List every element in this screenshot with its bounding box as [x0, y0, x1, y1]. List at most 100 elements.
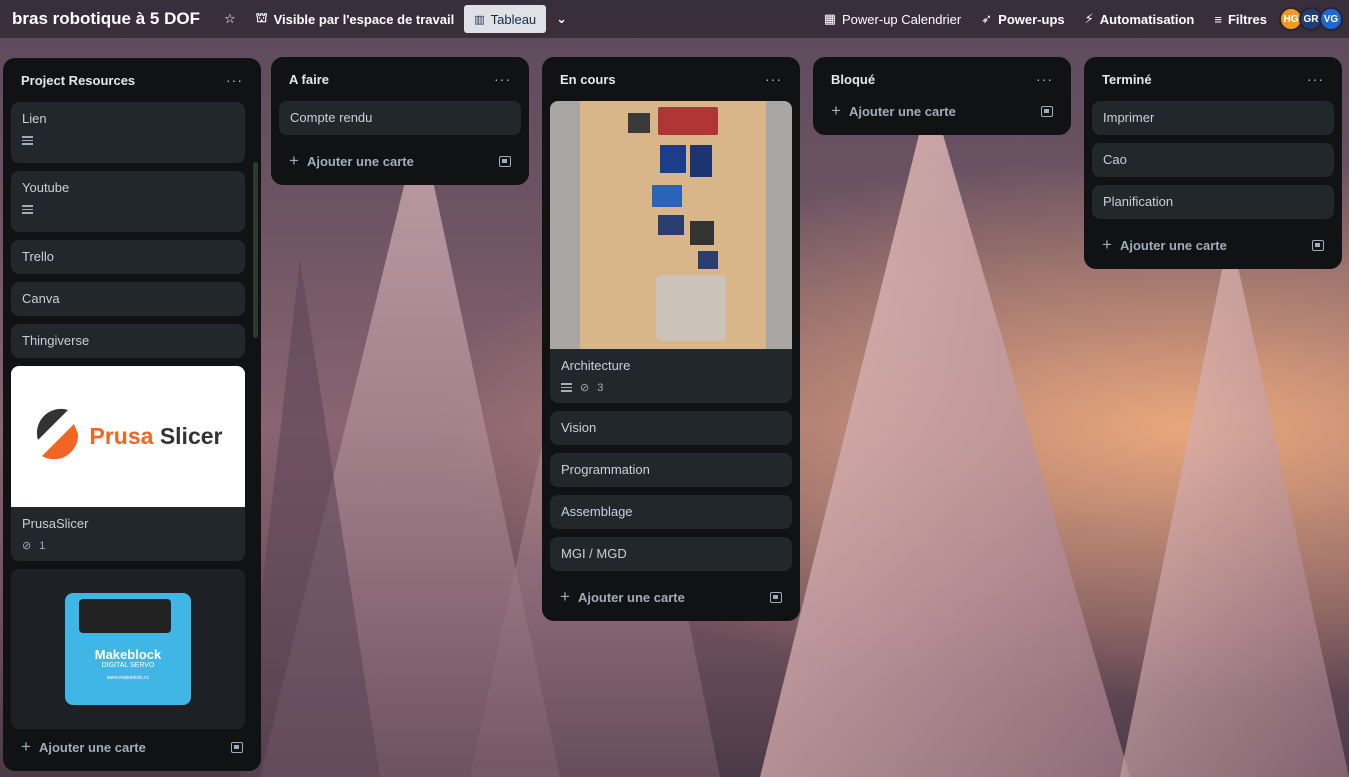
board-view-icon: ▥ — [474, 13, 485, 26]
plus-icon: + — [831, 101, 841, 120]
view-dropdown-button[interactable]: ⌄ — [546, 5, 577, 33]
prusa-logo-icon — [36, 408, 78, 459]
card-thingiverse[interactable]: Thingiverse — [11, 324, 245, 358]
list-header[interactable]: A faire ··· — [279, 57, 521, 101]
logo-text-prusa: Prusa — [89, 423, 154, 449]
plus-icon: + — [560, 587, 570, 606]
card-canva[interactable]: Canva — [11, 282, 245, 316]
chevron-down-icon: ⌄ — [556, 11, 568, 26]
list-menu-button[interactable]: ··· — [226, 72, 243, 88]
card-title: Architecture — [561, 358, 631, 373]
list-en-cours: En cours ··· Architecture ⊘ 3 Vision Prog… — [542, 57, 800, 621]
card-lien[interactable]: Lien — [11, 102, 245, 163]
add-card-button[interactable]: + Ajouter une carte — [550, 579, 792, 615]
card-assemblage[interactable]: Assemblage — [550, 495, 792, 529]
makeblock-brand: Makeblock — [94, 647, 162, 662]
calendar-icon: ▦ — [823, 11, 837, 26]
makeblock-url: www.makeblock.cc — [106, 675, 150, 681]
list-bloque: Bloqué ··· + Ajouter une carte — [813, 57, 1071, 135]
card-imprimer[interactable]: Imprimer — [1092, 101, 1334, 135]
card-makeblock[interactable]: Makeblock DIGITAL SERVO www.makeblock.cc — [11, 569, 245, 729]
list-menu-button[interactable]: ··· — [1036, 71, 1053, 87]
calendar-label: Power-up Calendrier — [842, 11, 962, 27]
list-a-faire: A faire ··· Compte rendu + Ajouter une ca… — [271, 57, 529, 185]
filters-button[interactable]: ≡ Filtres — [1204, 5, 1277, 33]
list-project-resources: Project Resources ··· Lien Youtube Trell… — [3, 58, 261, 771]
member-avatars: HG GR VG — [1279, 7, 1343, 31]
powerups-label: Power-ups — [998, 11, 1065, 27]
star-icon: ☆ — [223, 11, 236, 26]
card-planification[interactable]: Planification — [1092, 185, 1334, 219]
lightning-icon: ⚡ — [1084, 11, 1094, 26]
list-menu-button[interactable]: ··· — [765, 71, 782, 87]
card-vision[interactable]: Vision — [550, 411, 792, 445]
description-icon — [561, 381, 572, 394]
template-icon[interactable] — [770, 591, 782, 603]
view-label: Tableau — [490, 11, 537, 27]
plus-icon: + — [1102, 235, 1112, 254]
card-cover-image — [550, 101, 792, 349]
list-termine: Terminé ··· Imprimer Cao Planification +… — [1084, 57, 1342, 269]
rocket-icon: ➶ — [981, 11, 993, 26]
card-prusaslicer[interactable]: Prusa Slicer PrusaSlicer ⊘ 1 — [11, 366, 245, 561]
automation-label: Automatisation — [1099, 11, 1195, 27]
filter-icon: ≡ — [1214, 11, 1222, 27]
card-youtube[interactable]: Youtube — [11, 171, 245, 232]
add-card-button[interactable]: + Ajouter une carte — [279, 143, 521, 179]
add-card-label: Ajouter une carte — [577, 589, 685, 605]
card-cover-image: Prusa Slicer — [11, 366, 245, 507]
automation-button[interactable]: ⚡ Automatisation — [1075, 5, 1205, 33]
card-title: PrusaSlicer — [22, 516, 89, 531]
paperclip-icon: ⊘ — [580, 382, 590, 394]
board-header: bras robotique à 5 DOF ☆ ⛫ Visible par l… — [0, 0, 1349, 38]
list-scrollbar[interactable] — [253, 162, 258, 338]
card-mgi-mgd[interactable]: MGI / MGD — [550, 537, 792, 571]
description-icon — [22, 203, 33, 216]
add-card-label: Ajouter une carte — [1119, 237, 1227, 253]
add-card-label: Ajouter une carte — [38, 739, 146, 755]
list-header[interactable]: En cours ··· — [550, 57, 792, 101]
list-title[interactable]: Bloqué — [831, 72, 875, 87]
visibility-button[interactable]: ⛫ Visible par l'espace de travail — [246, 5, 465, 33]
list-title[interactable]: Terminé — [1102, 72, 1152, 87]
board-title[interactable]: bras robotique à 5 DOF — [12, 9, 200, 29]
card-programmation[interactable]: Programmation — [550, 453, 792, 487]
card-architecture[interactable]: Architecture ⊘ 3 — [550, 101, 792, 403]
template-icon[interactable] — [1312, 239, 1324, 251]
add-card-label: Ajouter une carte — [848, 103, 956, 119]
list-title[interactable]: Project Resources — [21, 73, 135, 88]
card-badges: ⊘ 3 — [561, 381, 781, 394]
plus-icon: + — [21, 737, 31, 756]
list-menu-button[interactable]: ··· — [494, 71, 511, 87]
template-icon[interactable] — [231, 741, 243, 753]
add-card-button[interactable]: + Ajouter une carte — [1092, 227, 1334, 263]
visibility-label: Visible par l'espace de travail — [273, 11, 455, 27]
plus-icon: + — [289, 151, 299, 170]
star-button[interactable]: ☆ — [214, 5, 246, 33]
list-header[interactable]: Terminé ··· — [1092, 57, 1334, 101]
add-card-button[interactable]: + Ajouter une carte — [821, 93, 1063, 129]
card-compte-rendu[interactable]: Compte rendu — [279, 101, 521, 135]
template-icon[interactable] — [1041, 105, 1053, 117]
template-icon[interactable] — [499, 155, 511, 167]
calendar-powerup-button[interactable]: ▦ Power-up Calendrier — [814, 5, 972, 33]
add-card-button[interactable]: + Ajouter une carte — [11, 729, 253, 765]
list-header[interactable]: Project Resources ··· — [11, 58, 253, 102]
avatar[interactable]: VG — [1319, 7, 1343, 31]
card-title: Lien — [22, 111, 47, 126]
card-cover-image: Makeblock DIGITAL SERVO www.makeblock.cc — [11, 569, 245, 729]
powerups-button[interactable]: ➶ Power-ups — [971, 5, 1074, 33]
list-title[interactable]: A faire — [289, 72, 329, 87]
paperclip-icon: ⊘ — [22, 540, 32, 552]
attachment-badge: ⊘ 1 — [22, 539, 46, 553]
list-menu-button[interactable]: ··· — [1307, 71, 1324, 87]
view-switcher-button[interactable]: ▥ Tableau — [464, 5, 547, 33]
list-title[interactable]: En cours — [560, 72, 616, 87]
card-cao[interactable]: Cao — [1092, 143, 1334, 177]
filters-label: Filtres — [1227, 11, 1267, 27]
users-icon: ⛫ — [255, 10, 268, 25]
description-icon — [22, 134, 33, 147]
add-card-label: Ajouter une carte — [306, 153, 414, 169]
card-title: Youtube — [22, 180, 70, 195]
card-trello[interactable]: Trello — [11, 240, 245, 274]
